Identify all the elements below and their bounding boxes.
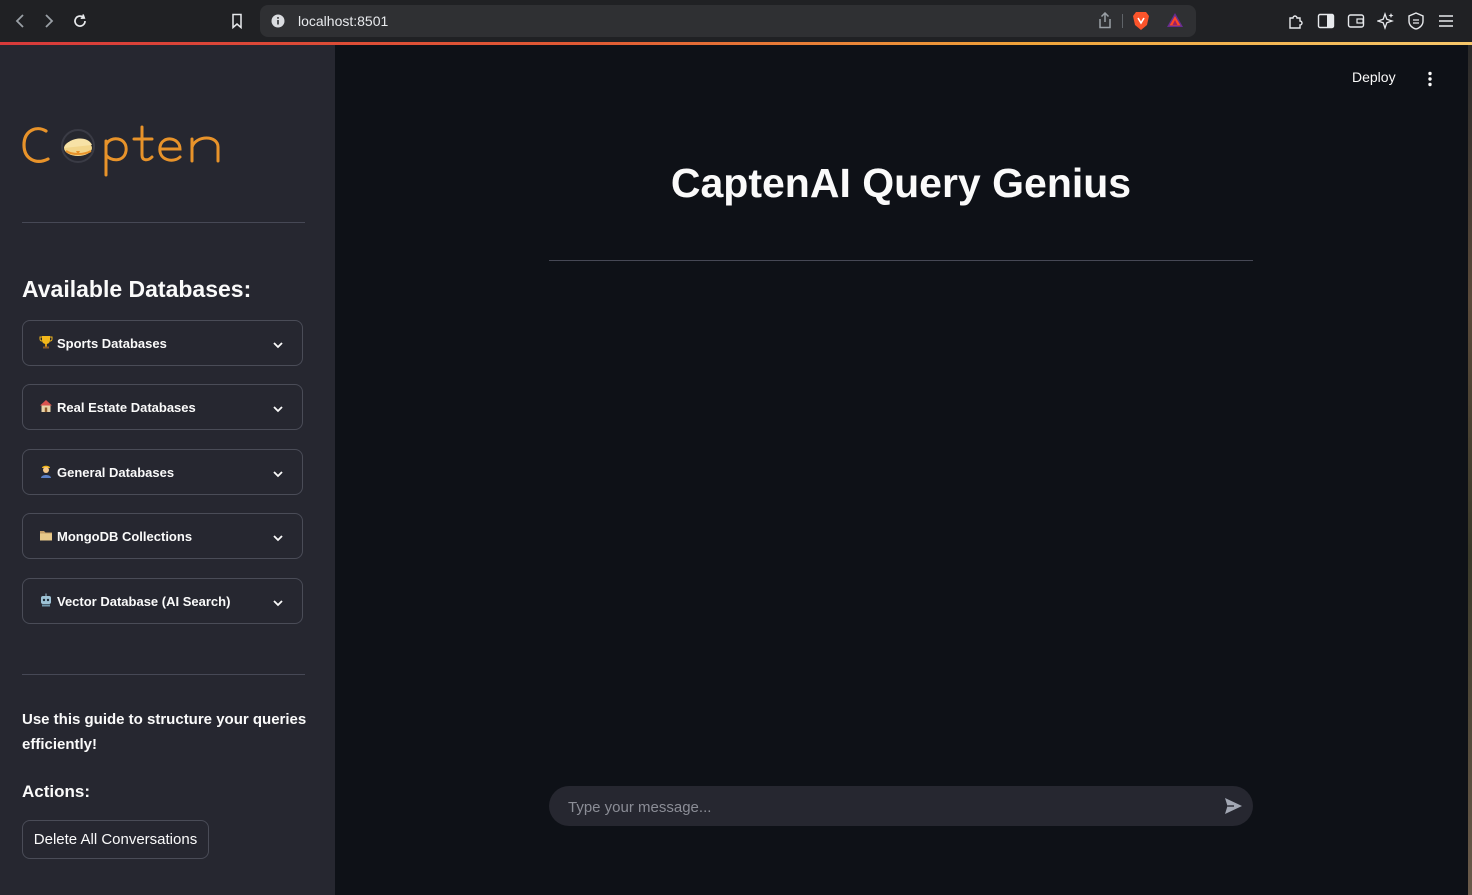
expander-vector-database[interactable]: Vector Database (AI Search)	[22, 578, 303, 624]
deploy-button[interactable]: Deploy	[1352, 69, 1396, 85]
extensions-icon[interactable]	[1286, 11, 1306, 31]
expander-label: Vector Database (AI Search)	[57, 594, 231, 609]
available-databases-heading: Available Databases:	[22, 276, 252, 302]
wallet-icon[interactable]	[1346, 11, 1366, 31]
expander-sports-databases[interactable]: Sports Databases	[22, 320, 303, 366]
sidebar-divider	[22, 222, 305, 223]
vpn-shield-icon[interactable]	[1406, 11, 1426, 31]
brave-rewards-icon[interactable]	[1166, 12, 1184, 33]
sidebar-toggle-icon[interactable]	[1316, 11, 1336, 31]
chevron-down-icon	[272, 595, 284, 613]
address-bar[interactable]: localhost:8501	[260, 5, 1196, 37]
expander-mongodb-collections[interactable]: MongoDB Collections	[22, 513, 303, 559]
house-icon	[39, 399, 53, 413]
person-icon	[39, 464, 53, 478]
expander-label: Real Estate Databases	[57, 400, 196, 415]
address-divider	[1122, 14, 1123, 28]
title-divider	[549, 260, 1253, 261]
expander-label: Sports Databases	[57, 336, 167, 351]
trophy-icon	[39, 335, 53, 349]
back-icon[interactable]	[9, 10, 31, 32]
chevron-down-icon	[272, 337, 284, 355]
folder-icon	[39, 528, 53, 542]
main-menu-icon[interactable]	[1426, 71, 1434, 92]
window-edge	[1468, 45, 1472, 895]
chevron-down-icon	[272, 466, 284, 484]
sidebar-divider	[22, 674, 305, 675]
site-info-icon[interactable]	[270, 13, 286, 34]
browser-menu-icon[interactable]	[1436, 11, 1456, 31]
robot-icon	[39, 593, 53, 607]
expander-general-databases[interactable]: General Databases	[22, 449, 303, 495]
expander-real-estate-databases[interactable]: Real Estate Databases	[22, 384, 303, 430]
page-title: CaptenAI Query Genius	[670, 160, 1132, 206]
send-icon[interactable]	[1223, 796, 1243, 821]
reload-icon[interactable]	[69, 10, 91, 32]
browser-toolbar: localhost:8501	[0, 0, 1472, 42]
expander-label: General Databases	[57, 465, 175, 480]
guide-text: Use this guide to structure your queries…	[22, 711, 307, 753]
brave-shields-icon[interactable]	[1132, 11, 1150, 36]
chevron-down-icon	[272, 401, 284, 419]
chevron-down-icon	[272, 530, 284, 548]
forward-icon[interactable]	[38, 10, 60, 32]
delete-all-conversations-button[interactable]: Delete All Conversations	[22, 820, 209, 859]
actions-heading: Actions:	[22, 782, 90, 801]
chat-message-input[interactable]	[566, 786, 1210, 828]
leo-ai-icon[interactable]	[1376, 11, 1396, 31]
chat-input-container	[549, 786, 1253, 828]
url-text: localhost:8501	[298, 13, 389, 29]
expander-label: MongoDB Collections	[57, 529, 193, 544]
capten-logo	[20, 115, 230, 182]
bookmark-icon[interactable]	[226, 10, 248, 32]
share-icon[interactable]	[1098, 11, 1112, 34]
